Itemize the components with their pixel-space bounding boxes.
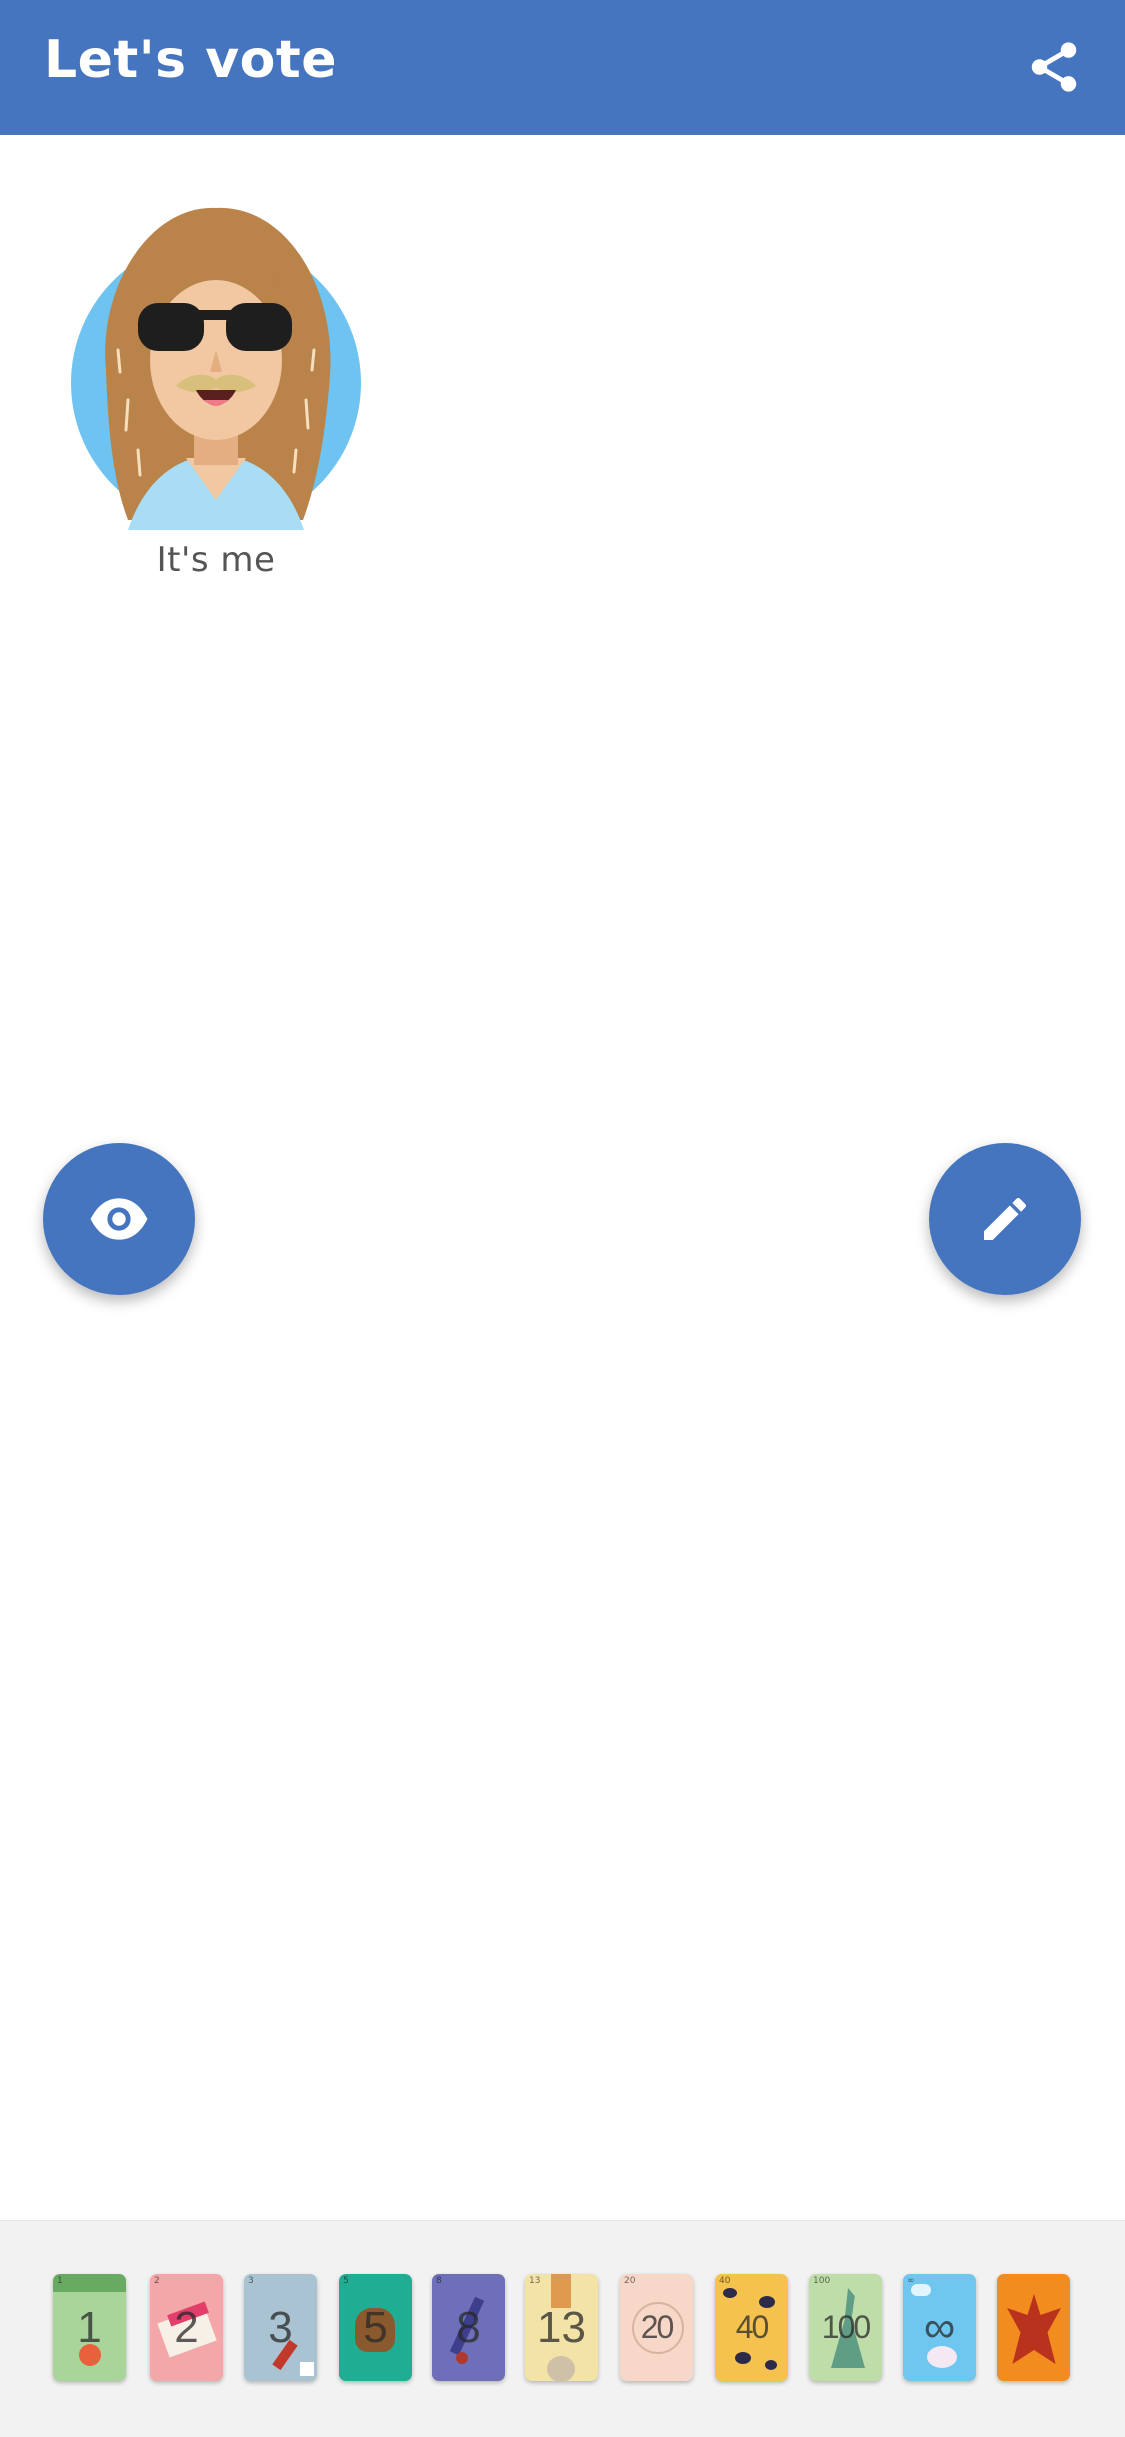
reveal-votes-button[interactable] — [43, 1143, 195, 1295]
card-corner-label: 40 — [719, 2276, 731, 2286]
vote-card-8[interactable]: 8 8 — [432, 2274, 505, 2381]
card-value: 20 — [640, 2309, 675, 2345]
card-corner-label: 8 — [436, 2276, 442, 2286]
eye-icon — [90, 1198, 148, 1240]
app-bar: Let's vote — [0, 0, 1125, 135]
participant-card: It's me — [68, 200, 364, 580]
page-title: Let's vote — [44, 30, 337, 90]
vote-card-1[interactable]: 1 1 — [53, 2274, 126, 2381]
card-value: ∞ — [923, 2302, 956, 2352]
vote-card-40[interactable]: 40 40 — [715, 2274, 788, 2381]
share-icon — [1031, 42, 1077, 92]
edit-button[interactable] — [929, 1143, 1081, 1295]
vote-card-20[interactable]: 20 20 — [620, 2274, 693, 2381]
card-value: 40 — [735, 2309, 770, 2345]
vote-card-3[interactable]: 3 3 — [244, 2274, 317, 2381]
vote-card-5[interactable]: 5 5 — [339, 2274, 412, 2381]
card-corner-label: 100 — [813, 2276, 831, 2286]
vote-card-13[interactable]: 13 13 — [525, 2274, 598, 2381]
vote-card-infinity[interactable]: ∞ ∞ — [903, 2274, 976, 2381]
card-corner-label: 13 — [529, 2276, 541, 2286]
card-value: 1 — [77, 2302, 102, 2352]
vote-card-100[interactable]: 100 100 — [809, 2274, 882, 2381]
card-corner-label: 2 — [154, 2276, 160, 2286]
share-button[interactable] — [1019, 32, 1089, 102]
card-value: 100 — [821, 2309, 871, 2345]
card-corner-label: 5 — [343, 2276, 349, 2286]
card-corner-label: ∞ — [907, 2276, 915, 2286]
vote-card-dragon[interactable] — [997, 2274, 1070, 2381]
pencil-icon — [984, 1197, 1027, 1240]
participant-name: It's me — [156, 540, 276, 580]
card-tray: 1 1 2 2 3 3 5 5 8 8 13 13 20 20 40 40 10… — [0, 2220, 1125, 2437]
card-value: 5 — [363, 2302, 388, 2352]
card-corner-label: 3 — [248, 2276, 254, 2286]
card-corner-label: 1 — [57, 2276, 63, 2286]
vote-card-2[interactable]: 2 2 — [150, 2274, 223, 2381]
card-value: 13 — [537, 2302, 586, 2352]
card-value: 2 — [174, 2302, 199, 2352]
avatar — [68, 200, 364, 540]
card-value: 3 — [268, 2302, 293, 2352]
card-value: 8 — [456, 2302, 481, 2352]
card-corner-label: 20 — [624, 2276, 636, 2286]
